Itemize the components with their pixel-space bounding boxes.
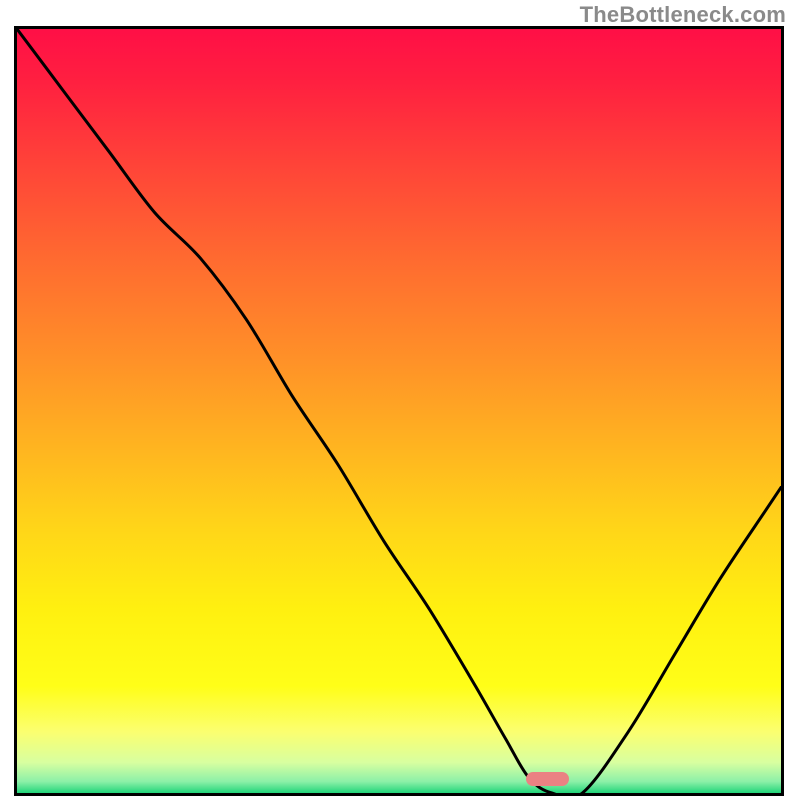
optimal-marker: [526, 772, 569, 786]
bottleneck-curve: [17, 29, 781, 793]
chart-frame: [14, 26, 784, 796]
watermark-text: TheBottleneck.com: [580, 2, 786, 28]
curve-layer: [17, 29, 781, 793]
